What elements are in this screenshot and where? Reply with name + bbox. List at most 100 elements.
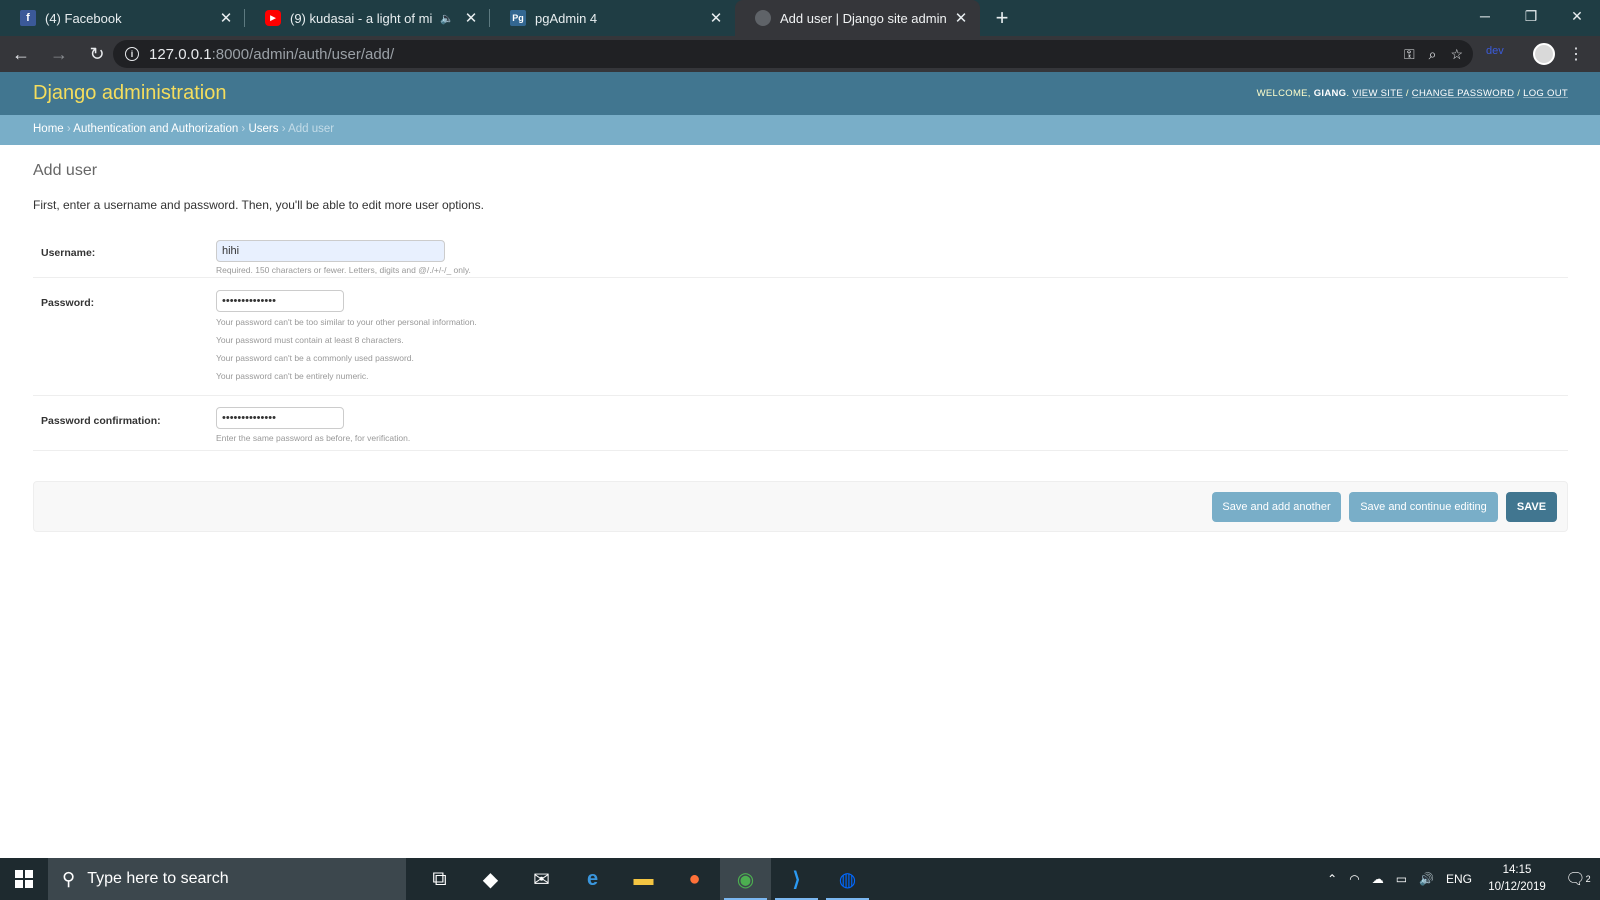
- file-explorer-icon[interactable]: ▬: [618, 858, 669, 900]
- password-help-item: Your password can't be entirely numeric.: [216, 371, 369, 381]
- submit-row: Save and add another Save and continue e…: [33, 481, 1568, 532]
- search-icon: ⚲: [62, 868, 76, 889]
- taskbar-search[interactable]: ⚲ Type here to search: [48, 858, 406, 900]
- save-button[interactable]: Save: [1506, 492, 1557, 522]
- breadcrumb-home[interactable]: Home: [33, 123, 64, 135]
- site-branding[interactable]: Django administration: [33, 82, 226, 105]
- tab-title: (9) kudasai - a light of mine: [290, 10, 433, 26]
- form-row-password-confirmation: Password confirmation: Enter the same pa…: [33, 396, 1568, 451]
- battery-icon[interactable]: ▭: [1396, 872, 1407, 886]
- start-button[interactable]: [0, 858, 48, 900]
- username-input[interactable]: [216, 240, 445, 262]
- password-help-item: Your password can't be too similar to yo…: [216, 317, 477, 327]
- reload-icon[interactable]: ↻: [80, 37, 114, 71]
- youtube-icon: ▶: [265, 10, 281, 26]
- language-indicator[interactable]: ENG: [1446, 872, 1472, 886]
- windows-logo-icon: [15, 870, 33, 888]
- close-tab-icon[interactable]: ✕: [707, 9, 725, 27]
- breadcrumb: Home › Authentication and Authorization …: [0, 115, 1600, 145]
- tab-pgadmin[interactable]: Pg pgAdmin 4 ✕: [490, 0, 735, 36]
- admin-header: Django administration Welcome, Giang. Vi…: [0, 72, 1600, 115]
- username-display: Giang: [1313, 88, 1347, 99]
- close-tab-icon[interactable]: ✕: [952, 9, 970, 27]
- close-window-icon[interactable]: ✕: [1554, 0, 1600, 32]
- change-password-link[interactable]: Change password: [1412, 88, 1515, 99]
- username-label: Username:: [41, 247, 96, 259]
- minimize-icon[interactable]: ─: [1462, 0, 1508, 32]
- password-help-item: Your password can't be a commonly used p…: [216, 353, 414, 363]
- volume-icon[interactable]: 🔊: [1419, 872, 1434, 886]
- tab-title: Add user | Django site admin: [780, 10, 947, 26]
- taskbar-apps: ⧉ ◆ ✉ e ▬ ● ◉ ⟩ ◍: [414, 858, 873, 900]
- key-icon[interactable]: ⚿: [1404, 46, 1415, 63]
- tab-title: pgAdmin 4: [535, 10, 598, 26]
- wifi-icon[interactable]: ◠: [1349, 872, 1359, 886]
- password-label: Password:: [41, 297, 95, 309]
- breadcrumb-app[interactable]: Authentication and Authorization: [73, 123, 238, 135]
- user-tools: Welcome, Giang. View site / Change passw…: [1256, 88, 1568, 99]
- chrome-icon[interactable]: ◉: [720, 858, 771, 900]
- dropbox-icon[interactable]: ◆: [465, 858, 516, 900]
- welcome-text: Welcome,: [1256, 88, 1311, 99]
- save-and-continue-button[interactable]: Save and continue editing: [1349, 492, 1498, 522]
- password-confirmation-input[interactable]: [216, 407, 344, 429]
- close-tab-icon[interactable]: ✕: [217, 9, 235, 27]
- extension-icon[interactable]: dev: [1486, 45, 1504, 57]
- address-bar[interactable]: i 127.0.0.1:8000/admin/auth/user/add/ ⚿ …: [113, 40, 1473, 68]
- window-controls: ─ ❐ ✕: [1462, 0, 1600, 32]
- notification-center-icon[interactable]: 🗨 2: [1556, 858, 1600, 900]
- notification-count: 2: [1585, 874, 1591, 884]
- restore-icon[interactable]: ❐: [1508, 0, 1554, 32]
- clock[interactable]: 14:15 10/12/2019: [1478, 862, 1556, 896]
- tab-title: (4) Facebook: [45, 10, 122, 26]
- breadcrumb-current: Add user: [288, 123, 335, 135]
- facebook-icon: f: [20, 10, 36, 26]
- menu-kebab-icon[interactable]: ⋮: [1568, 44, 1584, 64]
- password-confirmation-help: Enter the same password as before, for v…: [216, 433, 411, 443]
- system-tray: ⌃ ◠ ☁ ▭ 🔊 ENG 14:15 10/12/2019 🗨 2: [1321, 858, 1600, 900]
- close-tab-icon[interactable]: ✕: [462, 9, 480, 27]
- chevron-up-icon[interactable]: ⌃: [1327, 872, 1337, 886]
- windows-taskbar: ⚲ Type here to search ⧉ ◆ ✉ e ▬ ● ◉ ⟩ ◍ …: [0, 858, 1600, 900]
- url-host: 127.0.0.1: [149, 45, 212, 63]
- url-path: :8000/admin/auth/user/add/: [211, 45, 395, 63]
- page-title: Add user: [33, 162, 98, 179]
- new-tab-button[interactable]: +: [980, 0, 1024, 36]
- browser-toolbar: ← → ↻ i 127.0.0.1:8000/admin/auth/user/a…: [0, 36, 1600, 72]
- intro-text: First, enter a username and password. Th…: [33, 198, 484, 212]
- zoom-icon[interactable]: ⌕: [1429, 46, 1437, 63]
- clock-date: 10/12/2019: [1488, 881, 1546, 893]
- password-help: Your password can't be too similar to yo…: [216, 313, 477, 385]
- zalo-icon[interactable]: ◍: [822, 858, 873, 900]
- username-help: Required. 150 characters or fewer. Lette…: [216, 265, 471, 275]
- view-site-link[interactable]: View site: [1352, 88, 1403, 99]
- breadcrumb-users[interactable]: Users: [248, 123, 278, 135]
- tab-facebook[interactable]: f (4) Facebook ✕: [0, 0, 245, 36]
- password-input[interactable]: [216, 290, 344, 312]
- back-arrow-icon[interactable]: ←: [4, 37, 38, 71]
- forward-arrow-icon[interactable]: →: [42, 37, 76, 71]
- cloud-icon[interactable]: ☁: [1372, 872, 1384, 886]
- task-view-icon[interactable]: ⧉: [414, 858, 465, 900]
- tab-youtube[interactable]: ▶ (9) kudasai - a light of mine 🔈 ✕: [245, 0, 490, 36]
- site-info-icon[interactable]: i: [125, 47, 139, 61]
- clock-time: 14:15: [1502, 864, 1532, 876]
- pgadmin-icon: Pg: [510, 10, 526, 26]
- save-and-add-another-button[interactable]: Save and add another: [1212, 492, 1341, 522]
- audio-playing-icon[interactable]: 🔈: [440, 12, 454, 25]
- log-out-link[interactable]: Log out: [1523, 88, 1568, 99]
- form-row-password: Password: Your password can't be too sim…: [33, 278, 1568, 396]
- edge-icon[interactable]: e: [567, 858, 618, 900]
- profile-avatar[interactable]: [1533, 43, 1555, 65]
- url-text[interactable]: 127.0.0.1:8000/admin/auth/user/add/: [149, 46, 394, 63]
- mail-icon[interactable]: ✉: [516, 858, 567, 900]
- bookmark-star-icon[interactable]: ☆: [1450, 46, 1463, 63]
- password-help-item: Your password must contain at least 8 ch…: [216, 335, 404, 345]
- firefox-icon[interactable]: ●: [669, 858, 720, 900]
- address-bar-actions: ⚿ ⌕ ☆: [1404, 40, 1463, 68]
- globe-icon: [755, 10, 771, 26]
- tab-django-admin[interactable]: Add user | Django site admin ✕: [735, 0, 980, 36]
- main-content: Add user First, enter a username and pas…: [33, 145, 1568, 532]
- browser-tab-strip: f (4) Facebook ✕ ▶ (9) kudasai - a light…: [0, 0, 1600, 36]
- vscode-icon[interactable]: ⟩: [771, 858, 822, 900]
